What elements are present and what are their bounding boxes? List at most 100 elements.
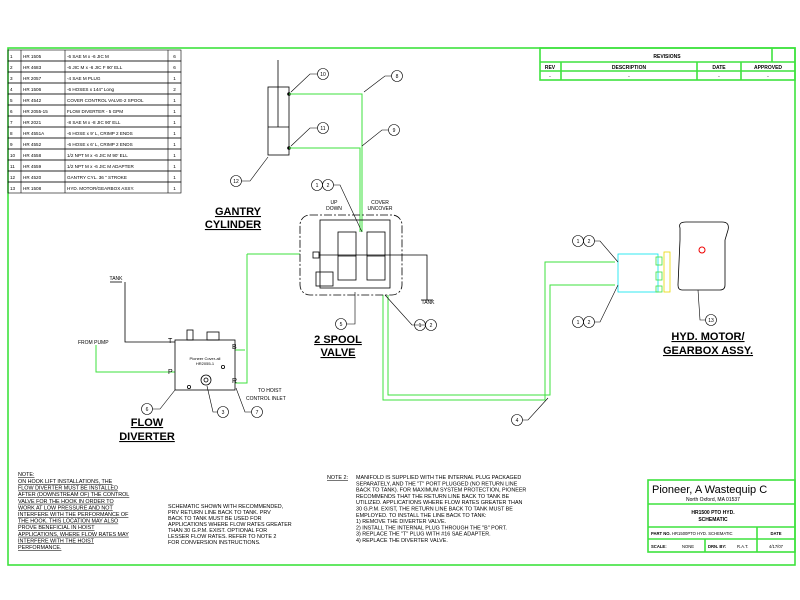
balloon-number: 2 — [588, 320, 591, 326]
parts-cell-qty: 1 — [173, 109, 176, 114]
port-t-label: T — [168, 338, 173, 345]
to-hoist-label-2: CONTROL INLET — [246, 396, 286, 402]
parts-cell-item: 1 — [10, 54, 13, 59]
parts-cell-desc: HYD. MOTOR/GEARBOX ASSY. — [67, 186, 134, 191]
parts-cell-item: 7 — [10, 120, 13, 125]
spool-label-1: 2 SPOOL — [314, 334, 362, 346]
date-cell: - — [718, 74, 720, 80]
balloon-number: 9 — [393, 128, 396, 134]
drawing-title-2: SCHEMATIC — [698, 517, 728, 523]
parts-cell-qty: 1 — [173, 131, 176, 136]
note2-line: 2) INSTALL THE INTERNAL PLUG THROUGH THE… — [356, 525, 507, 531]
parts-cell-qty: 1 — [173, 142, 176, 147]
parts-cell-part: HR 4520 — [23, 175, 42, 180]
parts-cell-part: HR 4559 — [23, 164, 42, 169]
parts-cell-qty: 2 — [173, 87, 176, 92]
approved-header: APPROVED — [754, 65, 782, 71]
note1-line: INTERFERE WITH THE HOIST — [18, 538, 95, 544]
parts-cell-item: 9 — [10, 142, 13, 147]
balloon-number: 4 — [516, 418, 519, 424]
parts-cell-item: 11 — [10, 164, 15, 169]
revisions-title: REVISIONS — [653, 54, 681, 60]
parts-cell-desc: -4 SAE M PLUG — [67, 76, 101, 81]
parts-cell-desc: -6 HOSE x 9' L, CRIMP 2 ENDS — [67, 131, 133, 136]
note1-line: PROVE BENEFICIAL IN HOIST — [18, 525, 95, 531]
balloon-number: 1 — [419, 323, 422, 329]
balloon-10: 10 — [290, 68, 329, 93]
note2-title: NOTE 2: — [327, 475, 348, 481]
parts-cell-desc: -6 JIC M x -6 JIC F 90' ELL — [67, 65, 123, 70]
note2-line: EMPLOYED. TO INSTALL THE LINE BACK TO TA… — [356, 513, 487, 519]
rev-header: REV — [545, 65, 556, 71]
parts-cell-item: 10 — [10, 153, 16, 158]
title-block: Pioneer, A Wastequip C North Oxford, MA … — [647, 479, 796, 553]
port-b-label: B — [232, 344, 237, 351]
parts-cell-part: HR 4542 — [23, 98, 42, 103]
balloon-12: 12 — [230, 156, 269, 187]
parts-cell-item: 13 — [10, 186, 16, 191]
note2-line: 1) REMOVE THE DIVERTER VALVE. — [356, 519, 446, 525]
parts-cell-qty: 1 — [173, 120, 176, 125]
note1-line: INTERFERE WITH THE PERFORMANCE OF — [18, 512, 129, 518]
motor-label-1: HYD. MOTOR/ — [671, 331, 744, 343]
parts-cell-part: HR 4552 — [23, 142, 42, 147]
parts-cell-part: HR 2021 — [23, 120, 42, 125]
balloon-1: 1 — [572, 316, 584, 328]
note2-line: RECOMMENDS THAT THE RETURN LINE BACK TO … — [356, 494, 510, 500]
parts-cell-qty: 1 — [173, 76, 176, 81]
parts-cell-qty: 6 — [173, 54, 176, 59]
drawing-title-1: HR1500 PTO HYD. — [691, 510, 735, 516]
balloon-13: 13 — [697, 289, 717, 326]
diverter-label-2: DIVERTER — [119, 431, 175, 443]
balloon-number: 3 — [222, 410, 225, 416]
rev-cell: - — [549, 74, 551, 80]
schematic-drawing: 1 HR 1505 -6 SAE M x -6 JIC M 6 2 HR 4683 -6 J… — [7, 47, 796, 566]
note2-line: 3) REPLACE THE "T" PLUG WITH #16 SAE ADA… — [356, 532, 491, 538]
note1-line: FLOW DIVERTER MUST BE INSTALLED — [18, 486, 118, 492]
parts-cell-part: HR 1508 — [23, 186, 42, 191]
balloon-4: 4 — [511, 397, 549, 426]
note2-line: MANIFOLD IS SUPPLIED WITH THE INTERNAL P… — [356, 475, 521, 481]
parts-cell-qty: 6 — [173, 65, 176, 70]
parts-cell-part: HR 4551A — [23, 131, 45, 136]
diverter-text-2: HR2055-1 — [196, 361, 215, 366]
balloon-6: 6 — [141, 389, 176, 415]
balloon-number: 1 — [577, 320, 580, 326]
balloon-number: 2 — [588, 239, 591, 245]
balloon-number: 1 — [316, 183, 319, 189]
parts-cell-desc: 1/2 NPT M x -6 JIC M 90' ELL — [67, 153, 128, 158]
balloon-number: 2 — [327, 183, 330, 189]
balloon-number: 5 — [340, 322, 343, 328]
parts-cell-part: HR 4683 — [23, 65, 42, 70]
spool-label-2: VALVE — [320, 347, 355, 359]
description-header: DESCRIPTION — [612, 65, 647, 71]
balloon-1: 1 — [311, 179, 323, 191]
parts-cell-part: HR 1505 — [23, 54, 42, 59]
scale-label: SCALE: — [651, 544, 667, 549]
balloon-number: 11 — [320, 126, 325, 132]
balloon-number: 1 — [577, 239, 580, 245]
to-hoist-label-1: TO HOIST — [258, 388, 282, 394]
parts-cell-part: HR 1506 — [23, 87, 42, 92]
item-balloons: 101189121 25 1 23 761 21 2 134 — [141, 68, 717, 426]
balloon-3: 3 — [206, 385, 229, 418]
parts-cell-qty: 1 — [173, 164, 176, 169]
parts-table: 1 HR 1505 -6 SAE M x -6 JIC M 6 2 HR 4683 -6 J… — [7, 49, 182, 194]
description-cell: - — [628, 74, 630, 80]
balloon-number: 7 — [256, 410, 259, 416]
date-label: DATE — [770, 531, 781, 536]
date-value: 4/17/07 — [769, 544, 784, 549]
balloon-9: 9 — [361, 124, 400, 147]
balloon-2: 2 — [583, 284, 619, 328]
parts-cell-part: HR 4558 — [23, 153, 42, 158]
note1-line: PERFORMANCE. — [18, 545, 61, 551]
port-p-label: P — [168, 369, 173, 376]
note1-line: VALVE FOR THE HOOK IN ORDER TO — [18, 499, 114, 505]
tank-label-2: TANK — [110, 276, 124, 282]
gantry-label-1: GANTRY — [215, 206, 262, 218]
parts-cell-item: 2 — [10, 65, 13, 70]
parts-cell-desc: -8 SAE M x -8 JIC 90' ELL — [67, 120, 121, 125]
parts-cell-desc: -6 HOSE x 6' L, CRIMP 2 ENDS — [67, 142, 133, 147]
tank-label: TANK — [422, 300, 436, 306]
parts-cell-item: 3 — [10, 76, 13, 81]
